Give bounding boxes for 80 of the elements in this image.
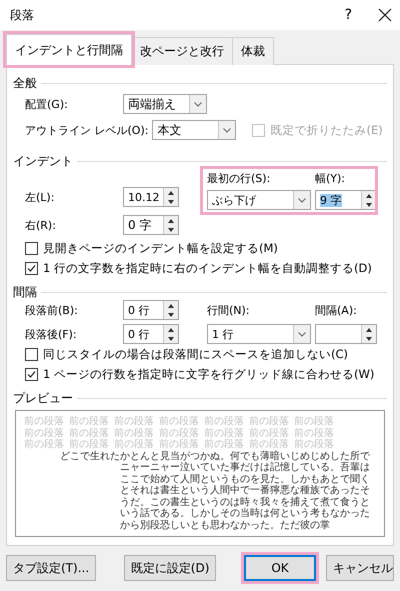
checkbox-label: 1 ページの行数を指定時に文字を行グリッド線に合わせる(W): [43, 366, 374, 382]
field-label: 間隔(A):: [315, 302, 358, 318]
previous-paragraph-word: 前の段落: [249, 428, 289, 438]
section-heading: インデント: [13, 152, 73, 170]
chevron-icon: [298, 198, 306, 202]
down-arrow-icon[interactable]: [168, 336, 174, 340]
down-arrow-icon[interactable]: [366, 336, 372, 340]
up-arrow-icon[interactable]: [168, 218, 174, 222]
previous-paragraph-word: 前の段落: [69, 439, 109, 450]
checkbox-label: 同じスタイルの場合は段落間にスペースを追加しない(C): [43, 346, 348, 362]
up-arrow-icon[interactable]: [168, 190, 174, 195]
previous-paragraph-word: 前の段落: [204, 428, 244, 438]
down-arrow-icon[interactable]: [168, 200, 174, 204]
dialog-button[interactable]: OK: [244, 555, 316, 581]
spin-field[interactable]: 0 行: [123, 300, 179, 320]
checkbox[interactable]: [25, 368, 38, 380]
previous-paragraph-word: 前の段落: [159, 416, 199, 428]
field-label: 左(L):: [25, 190, 56, 205]
field-label: 幅(Y):: [315, 171, 346, 186]
field-label: 段落前(B):: [25, 302, 79, 318]
previous-paragraph-word: 前の段落: [114, 439, 154, 450]
close-icon[interactable]: [378, 8, 392, 22]
checkbox-label: 既定で折りたたみ(E): [270, 122, 383, 138]
spin-field[interactable]: 0 字: [123, 215, 179, 235]
field-label: 段落後(F):: [25, 326, 78, 342]
previous-paragraph-word: 前の段落: [24, 439, 64, 450]
previous-paragraph-word: 前の段落: [294, 439, 334, 450]
down-arrow-icon[interactable]: [168, 228, 174, 232]
previous-paragraph-word: 前の段落: [294, 416, 334, 428]
previous-paragraph-word: 前の段落: [249, 416, 289, 428]
field-label: アウトライン レベル(O):: [25, 122, 150, 138]
checkbox-label: 1 行の文字数を指定時に右のインデント幅を自動調整する(D): [43, 260, 372, 276]
previous-paragraph-word: 前の段落: [114, 416, 154, 428]
spin-field[interactable]: 0 行: [123, 324, 179, 344]
checkbox[interactable]: [25, 348, 38, 360]
up-arrow-icon[interactable]: [366, 194, 372, 198]
previous-paragraph-word: 前の段落: [159, 439, 199, 450]
chevron-icon: [298, 332, 306, 336]
dropdown[interactable]: ぶら下げ: [207, 190, 311, 210]
spin-field[interactable]: [315, 324, 377, 344]
previous-paragraph-word: 前の段落: [24, 428, 64, 438]
previous-paragraph-word: 前の段落: [24, 416, 64, 428]
chevron-icon: [194, 102, 202, 106]
dialog-button[interactable]: キャンセル: [326, 555, 394, 581]
section-heading: 全般: [13, 74, 37, 92]
tab[interactable]: 体裁: [232, 37, 274, 65]
previous-paragraph-word: 前の段落: [204, 416, 244, 428]
chevron-icon: [223, 128, 232, 132]
dropdown[interactable]: 両端揃え: [123, 94, 207, 114]
up-arrow-icon[interactable]: [168, 328, 174, 332]
preview-paragraph-text: どこで生れたかとんと見当がつかぬ。何でも薄暗いじめじめした所でニャーニャー泣いていた事だけは記憶している。吾輩はここで始めて人間というものを見た。しかもあとで聞くとそれは書生という人間中で一番獰悪な種族であったそうだ。この書生というのは時々我々を捕えて煮て食うという話である。しかしその当時は何という考もなかったから別段恐しいとも思わなかった。ただ彼の掌: [60, 450, 371, 531]
previous-paragraph-word: 前の段落: [294, 428, 334, 438]
dropdown[interactable]: 1 行: [207, 324, 311, 344]
help-button[interactable]: ?: [344, 7, 352, 23]
field-label: 配置(G):: [25, 96, 69, 112]
previous-paragraph-word: 前の段落: [69, 428, 109, 438]
field-label: 右(R):: [25, 218, 57, 232]
spin-field[interactable]: 10.12: [123, 187, 179, 208]
down-arrow-icon[interactable]: [168, 312, 174, 316]
dropdown[interactable]: 本文: [152, 120, 236, 140]
previous-paragraph-word: 前の段落: [204, 439, 244, 450]
checkbox[interactable]: [25, 262, 38, 274]
previous-paragraph-word: 前の段落: [159, 428, 199, 438]
up-arrow-icon[interactable]: [168, 304, 174, 308]
previous-paragraph-word: 前の段落: [69, 416, 109, 428]
up-arrow-icon[interactable]: [366, 328, 372, 332]
field-label: 行間(N):: [207, 302, 251, 318]
window-title: 段落: [10, 6, 35, 24]
dialog-button[interactable]: タブ設定(T)...: [6, 555, 96, 581]
checkbox-label: 見開きページのインデント幅を設定する(M): [43, 240, 278, 256]
previous-paragraph-word: 前の段落: [114, 428, 154, 438]
previous-paragraph-word: 前の段落: [249, 439, 289, 450]
spin-field[interactable]: 9 字: [315, 190, 377, 210]
field-label: 最初の行(S):: [207, 171, 272, 186]
dialog-button[interactable]: 既定に設定(D): [124, 555, 216, 581]
down-arrow-icon[interactable]: [366, 202, 372, 206]
section-heading: プレビュー: [13, 390, 73, 406]
checkbox[interactable]: [25, 242, 38, 254]
tab[interactable]: インデントと行間隔: [6, 34, 132, 65]
section-heading: 間隔: [13, 284, 37, 300]
